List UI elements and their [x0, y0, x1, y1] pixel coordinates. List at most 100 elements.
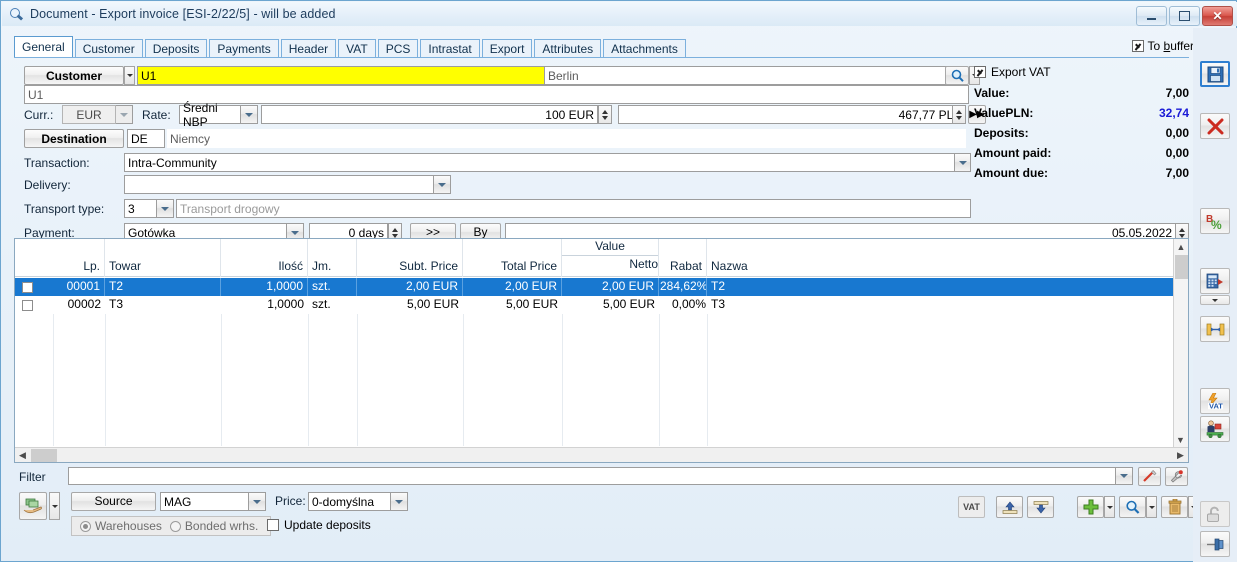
scroll-down-arrow[interactable]: ▼: [1174, 432, 1187, 447]
customer-name-input[interactable]: U1: [24, 85, 969, 104]
grid-header-towar[interactable]: Towar: [105, 239, 221, 277]
tab-export[interactable]: Export: [481, 39, 533, 58]
cell-nazwa: T3: [711, 297, 726, 311]
delivery-person-button[interactable]: [1200, 416, 1230, 442]
tab-attachments[interactable]: Attachments: [603, 39, 686, 58]
vat-flash-button[interactable]: VAT: [1200, 388, 1230, 414]
scroll-right-arrow[interactable]: ▶: [1173, 450, 1188, 461]
tab-deposits[interactable]: Deposits: [144, 39, 208, 58]
grid-header-lp[interactable]: Lp.: [53, 239, 105, 277]
money-button[interactable]: [19, 492, 47, 520]
minimize-button[interactable]: [1136, 6, 1167, 26]
save-button[interactable]: [1200, 61, 1230, 87]
transaction-value[interactable]: Intra-Community: [124, 153, 966, 172]
calc-export-button[interactable]: [1200, 268, 1230, 294]
price-value[interactable]: 0-domyślna: [308, 492, 391, 511]
source-dropdown-arrow[interactable]: [249, 492, 266, 511]
row-select-checkbox[interactable]: [22, 281, 33, 293]
tab-header[interactable]: Header: [280, 39, 337, 58]
customer-dropdown-arrow[interactable]: [124, 66, 135, 85]
warehouses-radio-dot[interactable]: [80, 520, 91, 532]
transport-name-input[interactable]: Transport drogowy: [176, 199, 971, 218]
unlock-button[interactable]: [1200, 501, 1230, 527]
move-down-button[interactable]: [1027, 496, 1054, 518]
radio-bonded-wrhs[interactable]: Bonded wrhs.: [169, 519, 258, 533]
items-grid[interactable]: Lp. Towar Ilość Jm. Subt. Price Total Pr…: [14, 238, 1189, 463]
source-value[interactable]: MAG: [160, 492, 249, 511]
pin-button[interactable]: [1200, 531, 1230, 557]
export-vat-checkbox[interactable]: Export VAT: [974, 65, 1189, 79]
link-items-button[interactable]: [1200, 316, 1230, 342]
grid-header-jm[interactable]: Jm.: [308, 239, 357, 277]
grid-header-ilosc[interactable]: Ilość: [221, 239, 308, 277]
to-buffer-checkbox[interactable]: To buffer: [1131, 39, 1194, 53]
row-select-checkbox[interactable]: [22, 299, 33, 311]
filter-input[interactable]: [68, 467, 1116, 485]
horizontal-scroll-thumb[interactable]: [31, 448, 57, 462]
to-buffer-box[interactable]: [1131, 40, 1144, 52]
tab-general[interactable]: General: [14, 36, 73, 58]
table-row[interactable]: 00002 T3 1,0000 szt. 5,00 EUR 5,00 EUR 5…: [15, 296, 1174, 314]
discount-button[interactable]: B %: [1200, 208, 1230, 234]
cell-ilosc: 1,0000: [267, 297, 304, 311]
money-dropdown-arrow[interactable]: [49, 492, 60, 520]
bonded-radio-dot[interactable]: [169, 520, 181, 532]
customer-code-input[interactable]: U1: [137, 66, 547, 85]
grid-horizontal-scrollbar[interactable]: ◀ ▶: [15, 447, 1188, 462]
rate-type-value[interactable]: Średni NBP: [179, 101, 241, 129]
update-deposits-checkbox[interactable]: Update deposits: [267, 518, 371, 532]
customer-button[interactable]: Customer: [24, 66, 124, 85]
add-button[interactable]: [1077, 496, 1104, 518]
filter-settings-button[interactable]: [1165, 467, 1188, 486]
grid-vertical-scrollbar[interactable]: ▲ ▼: [1173, 239, 1188, 447]
delivery-value[interactable]: [124, 175, 434, 194]
transport-dropdown-arrow[interactable]: [157, 199, 174, 218]
add-dropdown-arrow[interactable]: [1104, 496, 1115, 518]
search-dropdown-arrow[interactable]: [1146, 496, 1157, 518]
update-deposits-box[interactable]: [267, 519, 279, 531]
destination-button[interactable]: Destination: [24, 129, 124, 148]
right-toolbar: B % VAT: [1193, 28, 1237, 562]
price-dropdown-arrow[interactable]: [391, 492, 408, 511]
cancel-button[interactable]: [1200, 113, 1230, 139]
rate-value-input[interactable]: 467,77 PLN: [618, 105, 966, 124]
rate-amount-input[interactable]: 100 EUR: [261, 105, 598, 124]
radio-warehouses[interactable]: Warehouses: [80, 519, 162, 533]
filter-dropdown-arrow[interactable]: [1116, 467, 1133, 485]
customer-city-input[interactable]: Berlin: [544, 66, 964, 85]
export-vat-box[interactable]: [974, 66, 986, 78]
tab-payments[interactable]: Payments: [209, 39, 279, 58]
clear-filter-button[interactable]: [1138, 467, 1161, 486]
rate-amount-spinner[interactable]: [598, 105, 612, 124]
tab-vat[interactable]: VAT: [338, 39, 376, 58]
scroll-up-arrow[interactable]: ▲: [1174, 239, 1188, 254]
delete-button[interactable]: [1161, 496, 1188, 518]
rate-value-spinner[interactable]: [952, 105, 966, 124]
tab-pcs[interactable]: PCS: [377, 39, 419, 58]
maximize-button[interactable]: [1169, 6, 1200, 26]
grid-header-rabat[interactable]: Rabat: [659, 239, 707, 277]
vat-button[interactable]: VAT: [958, 496, 985, 518]
close-button[interactable]: ✕: [1202, 6, 1233, 26]
grid-header-subt-price[interactable]: Subt. Price: [357, 239, 463, 277]
rate-label: Rate:: [142, 108, 171, 122]
vertical-scroll-thumb[interactable]: [1175, 255, 1188, 279]
grid-header-nazwa[interactable]: Nazwa: [707, 239, 1174, 277]
destination-code-input[interactable]: DE: [127, 129, 165, 148]
tab-attributes[interactable]: Attributes: [534, 39, 602, 58]
move-up-button[interactable]: [996, 496, 1023, 518]
transport-code-input[interactable]: 3: [124, 199, 157, 218]
tab-customer[interactable]: Customer: [74, 39, 143, 58]
tab-intrastat[interactable]: Intrastat: [420, 39, 480, 58]
customer-search-button[interactable]: [945, 66, 969, 85]
scroll-left-arrow[interactable]: ◀: [15, 450, 30, 461]
delivery-dropdown-arrow[interactable]: [434, 175, 451, 194]
transaction-dropdown-arrow[interactable]: [954, 153, 971, 172]
source-button[interactable]: Source: [71, 492, 156, 511]
rate-type-dropdown-arrow[interactable]: [241, 105, 258, 124]
calc-export-dropdown[interactable]: [1200, 295, 1230, 305]
search-row-button[interactable]: [1119, 496, 1146, 518]
grid-header-total-price[interactable]: Total Price: [463, 239, 562, 277]
grid-header-value-netto[interactable]: Value Netto: [562, 239, 659, 277]
table-row[interactable]: 00001 T2 1,0000 szt. 2,00 EUR 2,00 EUR 2…: [15, 278, 1174, 296]
